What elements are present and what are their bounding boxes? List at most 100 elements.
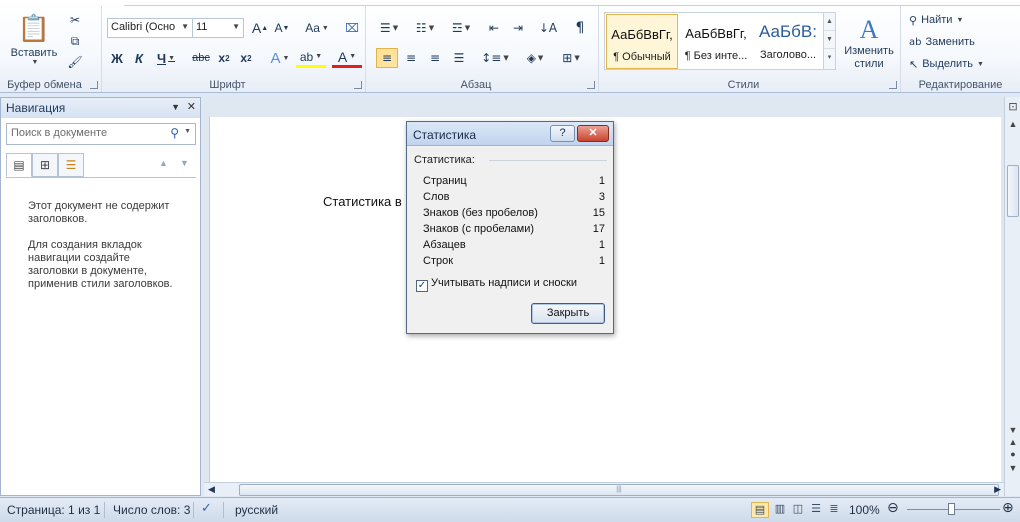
gallery-scroll[interactable]: ▲ ▼ ▾ [823,13,835,69]
increase-indent-icon[interactable]: ⇥ [508,18,528,38]
language[interactable]: русский [235,503,278,517]
print-layout-icon[interactable]: ▤ [751,502,769,518]
draft-icon[interactable]: ≣ [825,502,843,518]
find-button[interactable]: ⚲ Найти ▼ [909,12,963,28]
style-heading-1[interactable]: АаБбВ: Заголово... [754,14,822,69]
align-right-icon[interactable]: ≡ [424,48,446,68]
dialog-launcher-icon[interactable] [90,81,98,89]
tab-results[interactable]: ☰ [58,153,84,177]
style-normal[interactable]: АаБбВвГг, ¶ Обычный [606,14,678,69]
vertical-scrollbar[interactable]: ⊡ ▲ ▼ ▲ ● ▼ [1004,97,1020,496]
scroll-left-icon[interactable]: ◀ [208,484,215,495]
ruler-toggle-icon[interactable]: ⊡ [1006,100,1020,113]
tab-pages[interactable]: ⊞ [32,153,58,177]
scroll-up-icon[interactable]: ▲ [1006,119,1020,129]
sort-icon[interactable]: ↓A [538,18,558,38]
justify-icon[interactable]: ☰ [448,48,470,68]
dialog-launcher-icon[interactable] [889,81,897,89]
clear-formatting-icon[interactable]: ⌧ [342,18,362,38]
italic-button[interactable]: К [130,48,148,68]
include-textboxes-checkbox[interactable]: ✓ [416,280,428,292]
zoom-slider-thumb[interactable] [948,503,955,515]
proofing-icon[interactable]: ✓ [201,501,212,516]
horizontal-scrollbar[interactable]: ◀ ||| ▶ [204,482,1004,496]
dialog-launcher-icon[interactable] [587,81,595,89]
multilevel-list-icon[interactable]: ☲ ▼ [446,18,476,38]
scroll-down-icon[interactable]: ▼ [824,31,835,49]
strikethrough-button[interactable]: abc [190,48,212,68]
underline-button[interactable]: Ч ▼ [152,48,180,68]
align-left-icon[interactable]: ≡ [376,48,398,68]
dialog-launcher-icon[interactable] [354,81,362,89]
previous-page-icon[interactable]: ▲ [1006,437,1020,447]
horizontal-scroll-thumb[interactable]: ||| [239,484,999,496]
bullets-icon[interactable]: ☰ ▼ [374,18,404,38]
status-separator [104,502,105,518]
change-case-button[interactable]: Aa ▼ [302,18,332,38]
copy-icon[interactable]: ⧉ [66,33,84,49]
dialog-title-bar[interactable]: Статистика ? ✕ [407,122,613,146]
include-textboxes-label: Учитывать надписи и сноски [431,277,577,289]
select-button[interactable]: ↖ Выделить ▼ [909,56,984,72]
change-styles-label: Изменить стили [844,45,894,70]
close-button[interactable]: ✕ [577,125,609,142]
font-color-button[interactable]: A ▼ [332,48,362,68]
cut-icon[interactable]: ✂ [66,12,84,28]
superscript-button[interactable]: x2 [236,48,256,68]
document-text[interactable]: Статистика в [323,194,402,209]
bold-button[interactable]: Ж [108,48,126,68]
scroll-up-icon[interactable]: ▲ [824,13,835,31]
style-no-spacing[interactable]: АаБбВвГг, ¶ Без инте... [680,14,752,69]
highlight-button[interactable]: ab ▼ [296,48,326,68]
text-effects-button[interactable]: A ▼ [266,48,294,68]
chevron-down-icon[interactable]: ▼ [184,128,191,135]
next-heading-icon[interactable]: ▼ [180,158,189,168]
scroll-right-icon[interactable]: ▶ [994,484,1001,495]
headings-icon: ▤ [13,158,25,172]
font-size-combo[interactable]: 11 ▼ [192,18,244,38]
decrease-indent-icon[interactable]: ⇤ [484,18,504,38]
web-layout-icon[interactable]: ◫ [789,502,807,518]
subscript-button[interactable]: x2 [214,48,234,68]
select-label: Выделить [922,58,973,70]
nav-options-icon[interactable]: ▼ [171,102,180,112]
scroll-down-icon[interactable]: ▼ [1006,425,1020,435]
shading-icon[interactable]: ◈ ▼ [520,48,550,68]
styles-gallery: АаБбВвГг, ¶ Обычный АаБбВвГг, ¶ Без инте… [604,12,836,70]
full-screen-reading-icon[interactable]: ▥ [771,502,789,518]
vertical-scroll-thumb[interactable] [1007,165,1019,217]
outline-icon[interactable]: ☰ [807,502,825,518]
zoom-in-icon[interactable]: ⊕ [1002,500,1014,516]
include-textboxes-option[interactable]: ✓ Учитывать надписи и сноски [416,277,577,292]
close-icon[interactable]: ✕ [187,100,196,113]
close-dialog-button[interactable]: Закрыть [531,303,605,324]
numbering-icon[interactable]: ☷ ▼ [410,18,440,38]
font-name-combo[interactable]: Calibri (Осно ▼ [107,18,193,38]
format-painter-icon[interactable]: 🖌 [66,54,84,70]
next-page-icon[interactable]: ▼ [1006,463,1020,473]
gallery-more-icon[interactable]: ▾ [824,49,835,67]
line-spacing-icon[interactable]: ↕≡ ▼ [480,48,510,68]
browse-object-icon[interactable]: ● [1006,449,1020,459]
show-marks-icon[interactable]: ¶ [570,18,590,38]
search-icon[interactable]: ⚲ [170,126,179,140]
replace-icon: ab [909,36,922,48]
align-center-icon[interactable]: ≡ [400,48,422,68]
grow-font-button[interactable]: A ▲ [250,18,270,38]
page-count[interactable]: Страница: 1 из 1 [7,503,100,517]
tab-headings[interactable]: ▤ [6,153,32,177]
paste-button[interactable]: 📋 Вставить ▼ [6,10,62,70]
borders-icon[interactable]: ⊞ ▼ [556,48,586,68]
stat-value: 3 [598,191,605,203]
change-styles-button[interactable]: A Изменить стили [838,12,900,74]
previous-heading-icon[interactable]: ▲ [159,158,168,168]
nav-search-input[interactable]: Поиск в документе ⚲ ▼ [6,123,196,145]
help-button[interactable]: ? [550,125,575,142]
shrink-font-button[interactable]: A ▼ [272,18,292,38]
word-count[interactable]: Число слов: 3 [113,503,190,517]
zoom-out-icon[interactable]: ⊖ [887,500,899,516]
replace-button[interactable]: ab Заменить [909,34,975,50]
zoom-level[interactable]: 100% [849,503,880,517]
stat-row: Знаков (без пробелов) 15 [423,207,605,223]
stat-label: Знаков (с пробелами) [423,223,535,235]
